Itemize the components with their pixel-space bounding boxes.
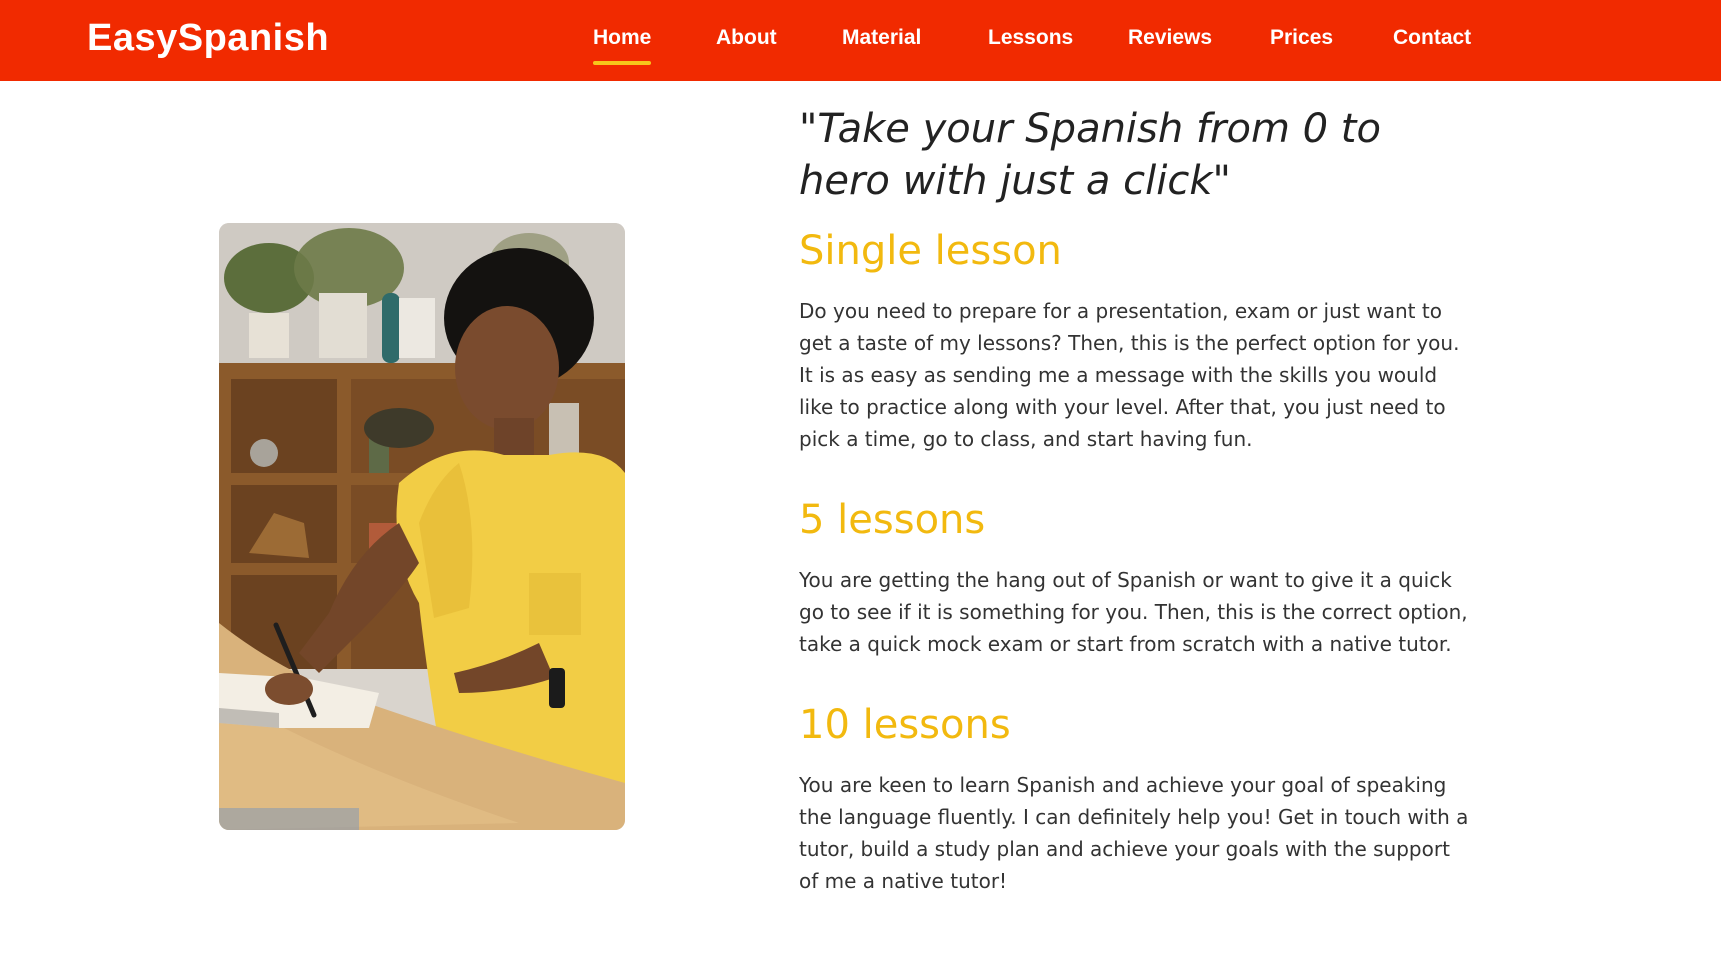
section-title-5-lessons: 5 lessons: [799, 497, 986, 543]
section-title-10-lessons: 10 lessons: [799, 702, 1011, 748]
main-nav: Home About Material Lessons Reviews Pric…: [0, 0, 1721, 81]
student-photo: [219, 223, 625, 830]
section-5-lessons: 5 lessons You are getting the hang out o…: [799, 494, 1479, 660]
nav-link-home[interactable]: Home: [593, 26, 652, 65]
nav-item-reviews: Reviews: [1128, 26, 1212, 54]
section-10-lessons: 10 lessons You are keen to learn Spanish…: [799, 699, 1479, 897]
hero-quote: "Take your Spanish from 0 to hero with j…: [799, 106, 1381, 204]
nav-link-contact[interactable]: Contact: [1393, 26, 1471, 54]
section-paragraph: Do you need to prepare for a presentatio…: [799, 299, 1460, 355]
section-title-single-lesson: Single lesson: [799, 228, 1062, 274]
main-content: "Take your Spanish from 0 to hero with j…: [799, 103, 1479, 897]
nav-item-prices: Prices: [1270, 26, 1333, 54]
nav-link-lessons[interactable]: Lessons: [988, 26, 1073, 54]
section-paragraph: You are keen to learn Spanish and achiev…: [799, 773, 1469, 893]
nav-item-about: About: [716, 26, 777, 54]
section-paragraph: It is as easy as sending me a message wi…: [799, 363, 1446, 451]
nav-link-material[interactable]: Material: [842, 26, 921, 54]
nav-link-about[interactable]: About: [716, 26, 777, 54]
top-navbar: EasySpanish Home About Material Lessons …: [0, 0, 1721, 81]
nav-item-lessons: Lessons: [988, 26, 1073, 54]
nav-link-prices[interactable]: Prices: [1270, 26, 1333, 54]
section-paragraph: You are getting the hang out of Spanish …: [799, 568, 1468, 656]
nav-item-home: Home: [593, 26, 652, 65]
nav-item-material: Material: [842, 26, 921, 54]
nav-link-reviews[interactable]: Reviews: [1128, 26, 1212, 54]
section-single-lesson: Single lesson Do you need to prepare for…: [799, 225, 1479, 455]
nav-item-contact: Contact: [1393, 26, 1471, 54]
